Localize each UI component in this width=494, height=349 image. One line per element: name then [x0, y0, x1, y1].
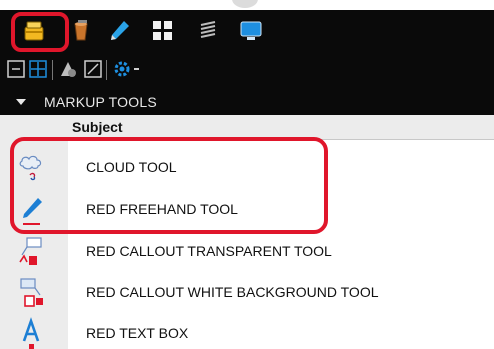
pen-icon[interactable] [106, 18, 132, 44]
callout-white-icon [14, 276, 48, 310]
layers-icon[interactable] [195, 18, 221, 44]
grid-icon[interactable] [150, 18, 176, 44]
collapse-icon[interactable] [6, 59, 26, 79]
column-header-subject: Subject [72, 119, 123, 135]
separator [106, 60, 107, 80]
tool-label: RED CALLOUT TRANSPARENT TOOL [86, 243, 332, 259]
section-header[interactable]: MARKUP TOOLS [0, 87, 494, 115]
highlight-box-toolchest [11, 12, 69, 52]
callout-transparent-icon [14, 235, 48, 269]
edit-icon[interactable] [83, 59, 103, 79]
tool-label: RED TEXT BOX [86, 325, 189, 341]
text-box-icon [14, 317, 48, 349]
expand-icon[interactable] [28, 59, 48, 79]
secondary-toolbar [0, 53, 494, 87]
list-item[interactable]: RED CALLOUT TRANSPARENT TOOL [0, 231, 494, 272]
top-strip [0, 0, 494, 10]
section-title: MARKUP TOOLS [44, 94, 157, 110]
dropdown-icon[interactable] [132, 59, 142, 79]
separator [52, 60, 53, 80]
gear-icon[interactable] [112, 59, 132, 79]
bucket-icon[interactable] [68, 18, 94, 44]
main-toolbar [0, 10, 494, 53]
highlight-box-tools [10, 137, 328, 234]
list-item[interactable]: RED TEXT BOX [0, 313, 494, 349]
collapse-arrow-icon[interactable] [16, 99, 26, 105]
top-knob [232, 0, 258, 8]
markup-panel: MARKUP TOOLS Subject CLOUD TOOL RED FREE… [0, 0, 494, 349]
tool-label: RED CALLOUT WHITE BACKGROUND TOOL [86, 284, 379, 300]
properties-icon[interactable] [58, 59, 78, 79]
list-item[interactable]: RED CALLOUT WHITE BACKGROUND TOOL [0, 272, 494, 313]
monitor-icon[interactable] [238, 18, 264, 44]
